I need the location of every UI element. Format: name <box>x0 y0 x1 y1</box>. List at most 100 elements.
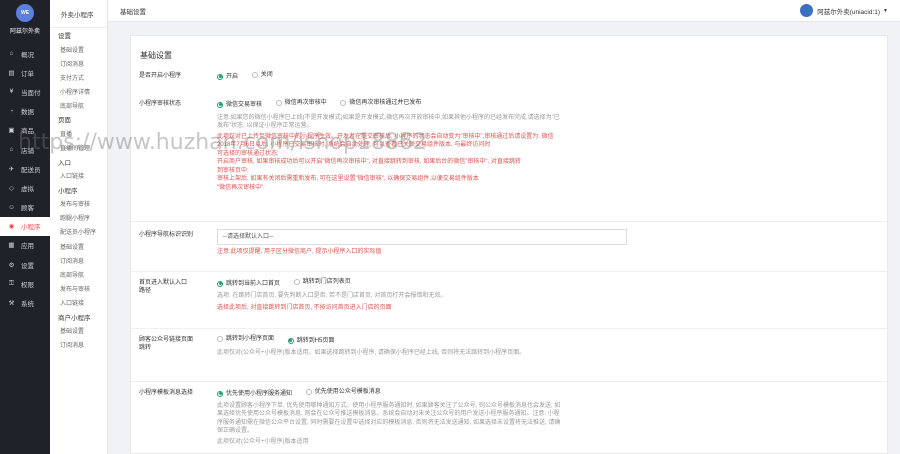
radio-mp-1[interactable]: 跳转到H5页面 <box>287 337 334 346</box>
radio-msg-1[interactable]: 优先使用公众号模板消息 <box>305 388 381 397</box>
app-name: 阿兹尔外卖 <box>9 29 40 35</box>
radio-status-1[interactable]: 微信再次审核中 <box>275 99 327 108</box>
radio-open-on[interactable]: 开启 <box>217 73 238 82</box>
sub-nav-item[interactable]: 订阅消息 <box>50 253 107 267</box>
sub-nav-group: 页面 <box>58 117 71 125</box>
nav-item[interactable]: ◉ 小程序 <box>0 216 50 236</box>
sub-nav-item[interactable]: 基础设置 <box>50 324 107 338</box>
avatar <box>800 4 814 17</box>
store-icon: ⌂ <box>9 146 14 154</box>
nav-item[interactable]: ⚿ 权限 <box>0 274 50 293</box>
sub-nav-title: 外卖小程序 <box>50 0 107 28</box>
topbar: 基础设置 阿兹尔外卖(uniacid:1) ▼ <box>108 0 900 22</box>
nav-item[interactable]: ✈ 配送员 <box>0 159 50 178</box>
sub-nav-group: 小程序 <box>58 187 78 195</box>
nav-item[interactable]: ☺ 顾客 <box>0 198 50 217</box>
radio-dot-icon <box>217 73 223 80</box>
nav-item-label: 当面付 <box>21 89 41 97</box>
radio-dot-icon <box>217 390 223 397</box>
sub-nav-item[interactable]: 基础设置 <box>50 239 107 253</box>
nav-item[interactable]: ⚙ 设置 <box>0 255 50 274</box>
user-menu[interactable]: 阿兹尔外卖(uniacid:1) ▼ <box>800 4 888 17</box>
sub-nav-item[interactable]: 基础设置 <box>50 42 107 56</box>
status-help: 注意:如果您的微信小程序已上线(不是开发模式)如果是开发模式,微信再次开放审核中… <box>217 114 560 130</box>
sub-nav-list: 设置 基础设置 订阅消息 支付方式 小程序详情 底部导航 页面 直播 直播间管理 入口 入口链接 小程… <box>50 28 107 352</box>
radio-msg-0[interactable]: 优先使用小程序服务通知 <box>217 390 292 399</box>
nav-item-label: 订单 <box>21 70 34 78</box>
sub-nav-item[interactable]: 直播 <box>50 126 107 140</box>
sub-nav-item[interactable]: 跑腿小程序 <box>50 211 107 225</box>
row-open: 是否开启小程序 开启 关闭 <box>131 65 887 87</box>
virtual-icon: ◇ <box>9 184 14 192</box>
nav-item[interactable]: ▤ 订单 <box>0 63 50 82</box>
sub-nav-item[interactable]: 底部导航 <box>50 98 107 112</box>
radio-status-0[interactable]: 微信交易审核 <box>217 101 262 110</box>
sub-nav-item[interactable]: 支付方式 <box>50 70 107 84</box>
system-icon: ⚒ <box>8 300 15 308</box>
nav-item-label: 配送员 <box>21 166 41 174</box>
caret-down-icon: ▼ <box>883 7 888 14</box>
sub-nav-group: 设置 <box>58 33 71 40</box>
radio-open-off[interactable]: 关闭 <box>251 71 273 80</box>
status-warn-line: 此项仅对已上传至微信审核中的小程序生效。开发者在提交审核后, 小程序的状态会自动… <box>217 133 554 140</box>
nav-item[interactable]: ▣ 商品 <box>0 121 50 140</box>
nav-item-label: 商品 <box>21 128 34 136</box>
sub-nav-item[interactable]: 配送员小程序 <box>50 225 107 239</box>
courier-icon: ✈ <box>8 165 15 173</box>
entry-select[interactable]: --请选择默认入口-- <box>217 229 627 245</box>
nav-item-label: 虚拟 <box>21 185 34 193</box>
data-icon: ◔ <box>9 107 14 115</box>
status-warn-line: 2018年7月6日以后, 小程序已交易审核时, 系统会自动处理, 可以查看已关联… <box>217 142 491 149</box>
page-breadcrumb: 基础设置 <box>120 8 146 16</box>
mp-help: 此项仅对(公众号+小程序)版本适用。如果选择跳转到小程序, 请确保小程序已经上线… <box>217 349 526 356</box>
nav-item[interactable]: ▦ 应用 <box>0 236 50 255</box>
sub-nav-item[interactable]: 底部导航 <box>50 267 107 281</box>
miniapp-icon: ◉ <box>8 223 15 231</box>
nav-item[interactable]: ◇ 虚拟 <box>0 178 50 197</box>
nav-item-label: 顾客 <box>21 205 34 213</box>
customer-icon: ☺ <box>8 203 15 211</box>
mp-content: 跳转到小程序页面 跳转到H5页面 此项仅对(公众号+小程序)版本适用。如果选择跳… <box>217 335 562 357</box>
radio-dot-icon <box>293 279 300 286</box>
order-icon: ▤ <box>8 69 15 77</box>
radio-dot-icon <box>217 336 223 343</box>
apps-icon: ▦ <box>8 242 15 250</box>
radio-status-2[interactable]: 微信再次审核通过并已发布 <box>340 99 421 108</box>
tab-warn: 注意:此项仅提醒, 用于区分微信商户, 提示小程序入口的实际值 <box>217 249 382 255</box>
radio-dot-icon <box>217 101 223 108</box>
nav-item-label: 权限 <box>21 281 34 289</box>
nav-item-label: 小程序 <box>21 224 41 232</box>
row-mp: 顾客公众号链接页面 跳转 跳转到小程序页面 跳转到H5页面 此项仅对(公众号+小… <box>131 328 887 378</box>
radio-dot-icon <box>251 72 258 79</box>
sub-nav-group: 入口 <box>58 159 71 167</box>
sub-nav-item[interactable]: 入口链接 <box>50 169 107 183</box>
sub-nav-item[interactable]: 入口链接 <box>50 295 107 309</box>
sub-nav-item[interactable]: 发布与审核 <box>50 197 107 211</box>
status-warn-line: 可选择的审核通过状态; <box>217 150 279 157</box>
sub-nav-item[interactable]: 小程序详情 <box>50 84 107 98</box>
row-mp-label: 顾客公众号链接页面 跳转 <box>139 337 194 351</box>
nav-item[interactable]: ¥ 当面付 <box>0 82 50 101</box>
sub-nav-item[interactable]: 订阅消息 <box>50 56 107 70</box>
radio-jump-1[interactable]: 跳转到门店列表页 <box>293 278 351 287</box>
home-icon: ⌂ <box>9 50 14 58</box>
nav-item[interactable]: ⌂ 概况 <box>0 44 50 63</box>
main-menu: ⌂ 概况 ▤ 订单 ¥ 当面付 ◔ 数据 ▣ 商品 ⌂ 店铺 ✈ 配送员 ◇ 虚拟 ☺ 顾客 ◉ 小程序 ▦ 应用 ⚙ 设置 ⚿… <box>0 44 50 313</box>
row-tab: 小程序导航标识识别 --请选择默认入口-- 注意:此项仅提醒, 用于区分微信商户… <box>131 221 887 259</box>
radio-dot-icon <box>340 100 347 107</box>
radio-jump-0[interactable]: 跳转到当前入口首页 <box>217 280 280 289</box>
sub-nav-item[interactable]: 订阅消息 <box>50 338 107 352</box>
row-msg-label: 小程序模板消息选择 <box>139 390 194 396</box>
left-nav: WE 阿兹尔外卖 ⌂ 概况 ▤ 订单 ¥ 当面付 ◔ 数据 ▣ 商品 ⌂ 店铺 ✈ 配送员 ◇ 虚拟 ☺ 顾客 ◉ 小… <box>0 0 50 454</box>
status-warn-line: 开启商户审核, 如果审核成功后可以开启"微信再次审核中", 对直接跳转到审核, … <box>217 159 521 166</box>
jump-help: 选项: 在跳转门店首页, 要先判断入口是否, 若不是门店首页, 对首页打开会报错… <box>217 292 447 299</box>
sub-nav-item[interactable]: 直播间管理 <box>50 141 107 155</box>
nav-item-label: 应用 <box>21 243 34 251</box>
msg-help: 此项设置顾客小程序下单, 优先使用哪种通知方式。使用小程序服务通知时, 如果顾客… <box>217 402 561 435</box>
panel-title: 基础设置 <box>140 51 172 60</box>
nav-item[interactable]: ⚒ 系统 <box>0 293 50 312</box>
nav-item[interactable]: ◔ 数据 <box>0 102 50 121</box>
radio-mp-0[interactable]: 跳转到小程序页面 <box>217 335 274 344</box>
sub-nav-item[interactable]: 发布与审核 <box>50 281 107 295</box>
nav-item[interactable]: ⌂ 店铺 <box>0 140 50 159</box>
